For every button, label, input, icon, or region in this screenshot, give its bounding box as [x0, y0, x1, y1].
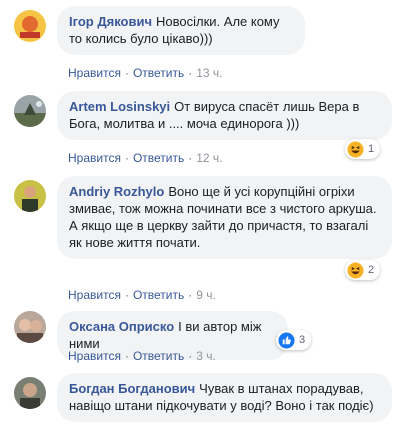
avatar-image — [14, 377, 46, 409]
comment-author[interactable]: Andriy Rozhylo — [69, 184, 164, 199]
separator: · — [124, 66, 129, 80]
comment-bubble: Богдан Богданович Чувак в штанах порадува… — [57, 373, 392, 422]
separator: · — [188, 66, 193, 80]
comment-author[interactable]: Богдан Богданович — [69, 381, 195, 396]
reaction-count-value: 2 — [368, 264, 375, 276]
separator: · — [188, 151, 193, 165]
comment-actions: Нравится · Ответить · 13 ч. — [68, 65, 223, 81]
comment-actions: Нравится · Ответить · 9 ч. — [68, 287, 216, 303]
comment-time[interactable]: 13 ч. — [196, 66, 222, 80]
like-icon — [278, 331, 295, 349]
avatar[interactable] — [14, 10, 46, 42]
comment-time[interactable]: 9 ч. — [196, 288, 216, 302]
avatar[interactable] — [14, 377, 46, 409]
avatar-image — [14, 180, 46, 212]
reply-button[interactable]: Ответить — [133, 66, 184, 80]
separator: · — [124, 349, 129, 363]
avatar[interactable] — [14, 311, 46, 343]
separator: · — [124, 288, 129, 302]
separator: · — [124, 151, 129, 165]
reply-button[interactable]: Ответить — [133, 288, 184, 302]
like-button[interactable]: Нравится — [68, 288, 121, 302]
comment-author[interactable]: Ігор Дякович — [69, 14, 152, 29]
like-button[interactable]: Нравится — [68, 349, 121, 363]
reaction-count-value: 1 — [368, 143, 375, 155]
comment-author[interactable]: Artem Losinskyi — [69, 99, 170, 114]
reaction-count-value: 3 — [299, 334, 306, 346]
avatar[interactable] — [14, 95, 46, 127]
comment-bubble: Artem Losinskyi От вируса спасёт лишь Вер… — [57, 91, 392, 140]
comment-time[interactable]: 12 ч. — [196, 151, 222, 165]
reaction-count[interactable]: 2 — [345, 260, 381, 280]
comment-bubble: Andriy Rozhylo Воно ще й усі корупційні о… — [57, 176, 392, 259]
separator: · — [188, 288, 193, 302]
like-button[interactable]: Нравится — [68, 66, 121, 80]
haha-icon — [347, 140, 364, 158]
comment-time[interactable]: 3 ч. — [196, 349, 216, 363]
avatar-image — [14, 95, 46, 127]
avatar-image — [14, 10, 46, 42]
reply-button[interactable]: Ответить — [133, 151, 184, 165]
comment-actions: Нравится · Ответить · 12 ч. — [68, 150, 223, 166]
comment-author[interactable]: Оксана Оприско — [69, 319, 174, 334]
avatar-image — [14, 311, 46, 343]
reply-button[interactable]: Ответить — [133, 349, 184, 363]
separator: · — [188, 349, 193, 363]
comment-actions: Нравится · Ответить · 3 ч. — [68, 348, 216, 364]
like-button[interactable]: Нравится — [68, 151, 121, 165]
avatar[interactable] — [14, 180, 46, 212]
haha-icon — [347, 261, 364, 279]
reaction-count[interactable]: 1 — [345, 139, 381, 159]
reaction-count[interactable]: 3 — [276, 330, 312, 350]
comment-bubble: Ігор Дякович Новосілки. Але кому то колис… — [57, 6, 305, 55]
